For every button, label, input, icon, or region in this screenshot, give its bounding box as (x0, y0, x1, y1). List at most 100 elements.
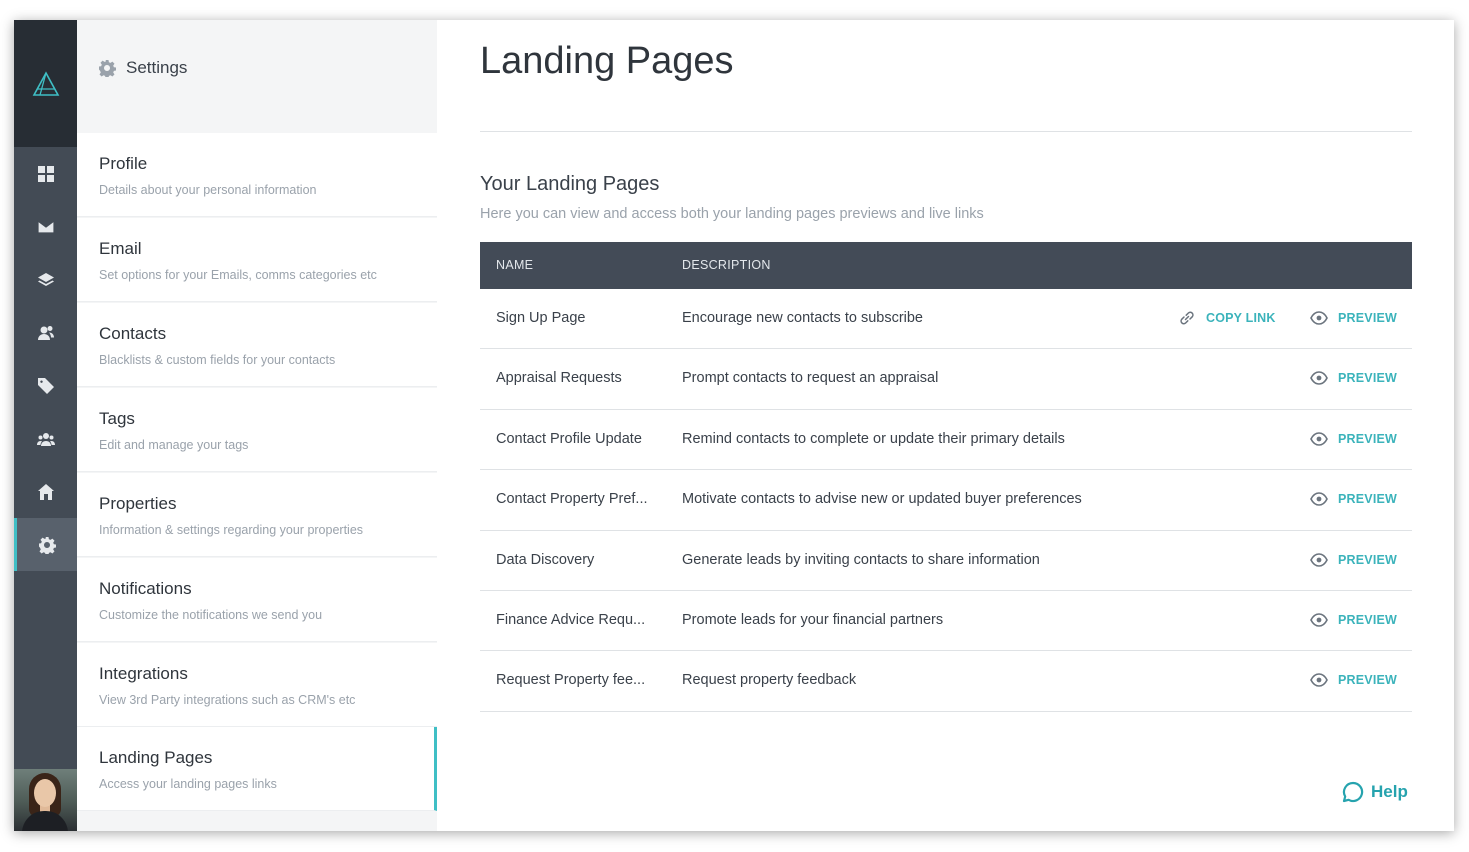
table-row: Request Property fee... Request property … (480, 651, 1412, 712)
preview-label: PREVIEW (1338, 311, 1398, 325)
rail-item-groups[interactable] (14, 412, 77, 465)
avatar-face (34, 779, 56, 807)
rail-item-tags[interactable] (14, 359, 77, 412)
settings-title: Settings (126, 58, 188, 77)
table-body: Sign Up Page Encourage new contacts to su… (480, 289, 1412, 712)
row-description: Promote leads for your financial partner… (682, 611, 944, 628)
contacts-icon (37, 325, 54, 340)
menu-item-title: Landing Pages (99, 748, 213, 767)
rail-item-settings[interactable] (14, 518, 77, 571)
preview-button[interactable]: PREVIEW (1310, 309, 1397, 327)
rail-item-dashboard[interactable] (14, 147, 77, 200)
preview-button[interactable]: PREVIEW (1310, 490, 1397, 508)
preview-label: PREVIEW (1338, 431, 1398, 446)
table-header: NAME DESCRIPTION (480, 242, 1412, 289)
preview-button[interactable]: PREVIEW (1310, 671, 1397, 689)
dashboard-grid-icon (37, 165, 54, 182)
gear-icon (99, 60, 116, 77)
eye-icon (1310, 431, 1328, 446)
preview-label: PREVIEW (1338, 612, 1398, 627)
row-description: Request property feedback (682, 672, 857, 689)
row-name: Data Discovery (496, 551, 595, 568)
row-description: Prompt contacts to request an appraisal (682, 370, 939, 387)
app-window: Settings Profile Details about your pers… (14, 20, 1454, 831)
section-subtitle: Here you can view and access both your l… (480, 206, 984, 222)
avatar-body (22, 811, 68, 831)
menu-item-title: Integrations (99, 664, 188, 683)
row-name: Sign Up Page (496, 310, 586, 326)
help-button[interactable]: Help (1342, 781, 1408, 803)
header-divider (480, 131, 1412, 132)
column-header-name: NAME (496, 258, 534, 272)
menu-item-contacts[interactable]: Contacts Blacklists & custom fields for … (77, 303, 437, 387)
copy-link-label: COPY LINK (1206, 311, 1276, 325)
eye-icon (1310, 673, 1328, 688)
tag-icon (37, 377, 54, 394)
menu-item-desc: Set options for your Emails, comms categ… (99, 268, 377, 282)
preview-label: PREVIEW (1338, 492, 1398, 507)
row-description: Encourage new contacts to subscribe (682, 310, 923, 326)
menu-item-properties[interactable]: Properties Information & settings regard… (77, 473, 437, 557)
menu-item-notifications[interactable]: Notifications Customize the notification… (77, 558, 437, 642)
preview-button[interactable]: PREVIEW (1310, 551, 1397, 569)
home-icon (37, 483, 54, 500)
row-description: Motivate contacts to advise new or updat… (682, 491, 1082, 508)
rail-item-email[interactable] (14, 200, 77, 253)
table-row: Appraisal Requests Prompt contacts to req… (480, 349, 1412, 410)
row-name: Contact Profile Update (496, 430, 642, 447)
preview-label: PREVIEW (1338, 371, 1398, 386)
eye-icon (1310, 492, 1328, 506)
row-name: Request Property fee... (496, 672, 646, 689)
rail-item-layers[interactable] (14, 253, 77, 306)
preview-label: PREVIEW (1338, 673, 1398, 688)
settings-panel: Settings Profile Details about your pers… (77, 20, 437, 831)
icon-rail (14, 20, 77, 831)
menu-item-desc: Customize the notifications we send you (99, 608, 323, 622)
eye-icon (1310, 552, 1328, 567)
section-title: Your Landing Pages (480, 173, 660, 195)
eye-icon (1310, 311, 1328, 325)
menu-item-title: Tags (99, 409, 135, 428)
layers-icon (37, 272, 54, 286)
group-icon (36, 432, 55, 446)
preview-button[interactable]: PREVIEW (1310, 430, 1397, 448)
menu-item-desc: Blacklists & custom fields for your cont… (99, 353, 336, 367)
page-title: Landing Pages (480, 40, 734, 82)
preview-button[interactable]: PREVIEW (1310, 369, 1397, 387)
app-logo[interactable] (14, 20, 77, 147)
copy-link-button[interactable]: COPY LINK (1178, 309, 1276, 327)
menu-item-title: Profile (99, 154, 148, 173)
rail-item-properties[interactable] (14, 465, 77, 518)
settings-header: Settings (77, 20, 437, 133)
table-row: Finance Advice Requ... Promote leads for … (480, 591, 1412, 652)
preview-label: PREVIEW (1338, 552, 1398, 567)
logo-triangle-icon (32, 70, 59, 96)
row-name: Appraisal Requests (496, 370, 622, 387)
menu-item-email[interactable]: Email Set options for your Emails, comms… (77, 218, 437, 302)
column-header-description: DESCRIPTION (682, 258, 771, 272)
rail-item-contacts[interactable] (14, 306, 77, 359)
table-row: Data Discovery Generate leads by inviting… (480, 531, 1412, 591)
table-row: Contact Property Pref... Motivate contact… (480, 470, 1412, 531)
menu-item-integrations[interactable]: Integrations View 3rd Party integrations… (77, 643, 437, 727)
landing-pages-table: NAME DESCRIPTION Sign Up Page Encourage n… (480, 242, 1412, 712)
envelope-icon (36, 219, 55, 234)
help-label: Help (1371, 782, 1408, 801)
menu-item-desc: Edit and manage your tags (99, 438, 249, 452)
row-description: Remind contacts to complete or update th… (682, 430, 1065, 447)
menu-item-landing-pages[interactable]: Landing Pages Access your landing pages … (77, 727, 437, 811)
table-row: Sign Up Page Encourage new contacts to su… (480, 289, 1412, 350)
menu-item-desc: Details about your personal information (99, 183, 317, 197)
user-avatar[interactable] (14, 769, 77, 831)
menu-item-title: Email (99, 239, 142, 258)
table-row: Contact Profile Update Remind contacts to… (480, 410, 1412, 471)
gear-icon (39, 536, 56, 554)
row-description: Generate leads by inviting contacts to s… (682, 551, 1040, 568)
menu-item-desc: Access your landing pages links (99, 777, 277, 791)
main-content: Landing Pages Your Landing Pages Here yo… (437, 20, 1454, 831)
preview-button[interactable]: PREVIEW (1310, 611, 1397, 629)
menu-item-profile[interactable]: Profile Details about your personal info… (77, 133, 437, 217)
eye-icon (1310, 371, 1328, 386)
menu-item-tags[interactable]: Tags Edit and manage your tags (77, 388, 437, 472)
menu-item-title: Contacts (99, 324, 167, 343)
